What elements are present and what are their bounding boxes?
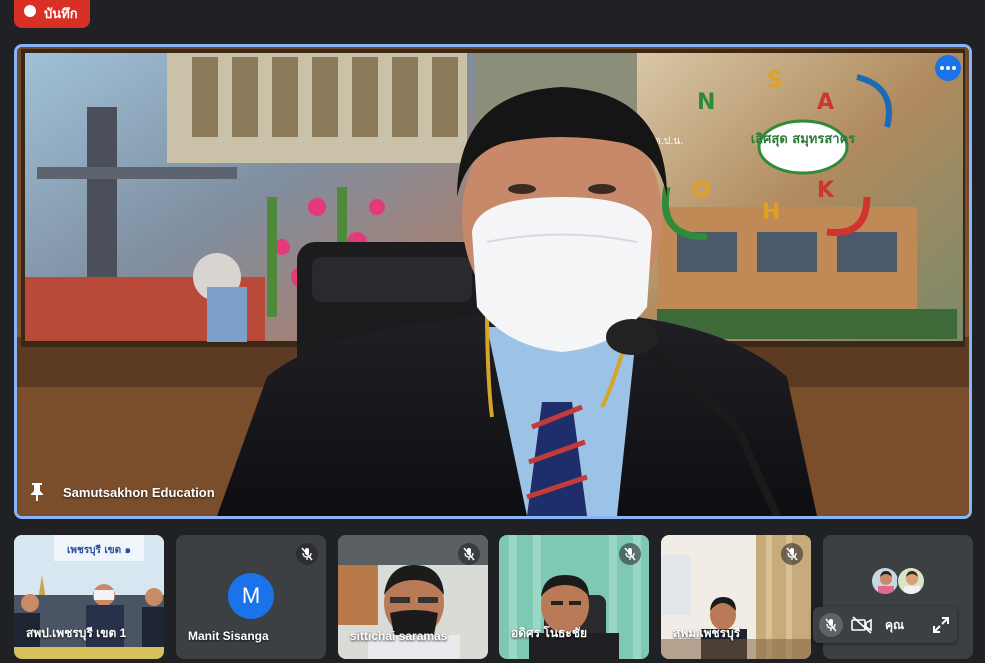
self-controls: คุณ	[813, 607, 957, 643]
self-label: คุณ	[885, 617, 905, 632]
banner-text: เพชรบุรี เขต ๑	[67, 544, 131, 556]
presenter-video: เลิศสุด สมุทรสาคร ก.ต.ป.น. N S A O K H	[17, 47, 969, 516]
mic-off-icon	[619, 543, 641, 565]
svg-text:O: O	[692, 178, 711, 203]
avatar	[871, 567, 899, 595]
more-vert-icon	[940, 66, 956, 70]
expand-button[interactable]	[931, 615, 951, 635]
svg-text:S: S	[767, 68, 783, 93]
main-video-tile[interactable]: เลิศสุด สมุทรสาคร ก.ต.ป.น. N S A O K H S…	[14, 44, 972, 519]
self-mic-off-button[interactable]	[819, 613, 843, 637]
svg-text:A: A	[817, 90, 834, 115]
svg-text:K: K	[817, 178, 835, 203]
avatar: M	[228, 573, 274, 619]
participant-tile-1[interactable]: เพชรบุรี เขต ๑ สพป.เพชรบุรี เขต 1	[14, 535, 164, 659]
mic-off-icon	[296, 543, 318, 565]
record-dot-icon	[24, 5, 36, 17]
mic-off-icon	[781, 543, 803, 565]
participant-name: สพม.เพชรบุรี	[673, 626, 741, 640]
participant-name: สพป.เพชรบุรี เขต 1	[26, 626, 127, 640]
self-avatars	[871, 567, 925, 595]
svg-text:H: H	[762, 200, 780, 225]
presenter-name: Samutsakhon Education	[63, 485, 215, 500]
self-tile[interactable]: คุณ	[813, 535, 973, 659]
participant-tile-5[interactable]: สพม.เพชรบุรี	[661, 535, 811, 659]
backdrop-sign-line1: เลิศสุด สมุทรสาคร	[751, 132, 856, 147]
participant-name: sittichai saramas	[350, 629, 448, 643]
avatar	[897, 567, 925, 595]
svg-text:N: N	[697, 90, 715, 115]
participant-name: อดิศร โนธะชัย	[511, 626, 587, 640]
participant-tile-3[interactable]: sittichai saramas	[338, 535, 488, 659]
participant-name: Manit Sisanga	[188, 629, 269, 643]
participant-tile-4[interactable]: อดิศร โนธะชัย	[499, 535, 649, 659]
recording-badge[interactable]: บันทึก	[14, 0, 90, 28]
expand-icon	[933, 617, 949, 633]
pin-icon[interactable]	[29, 482, 45, 502]
mic-off-icon	[458, 543, 480, 565]
participant-tile-2[interactable]: M Manit Sisanga	[176, 535, 326, 659]
recording-label: บันทึก	[44, 5, 78, 21]
more-options-button[interactable]	[935, 55, 961, 81]
mic-off-icon	[825, 618, 837, 632]
camera-off-icon[interactable]	[851, 616, 873, 634]
